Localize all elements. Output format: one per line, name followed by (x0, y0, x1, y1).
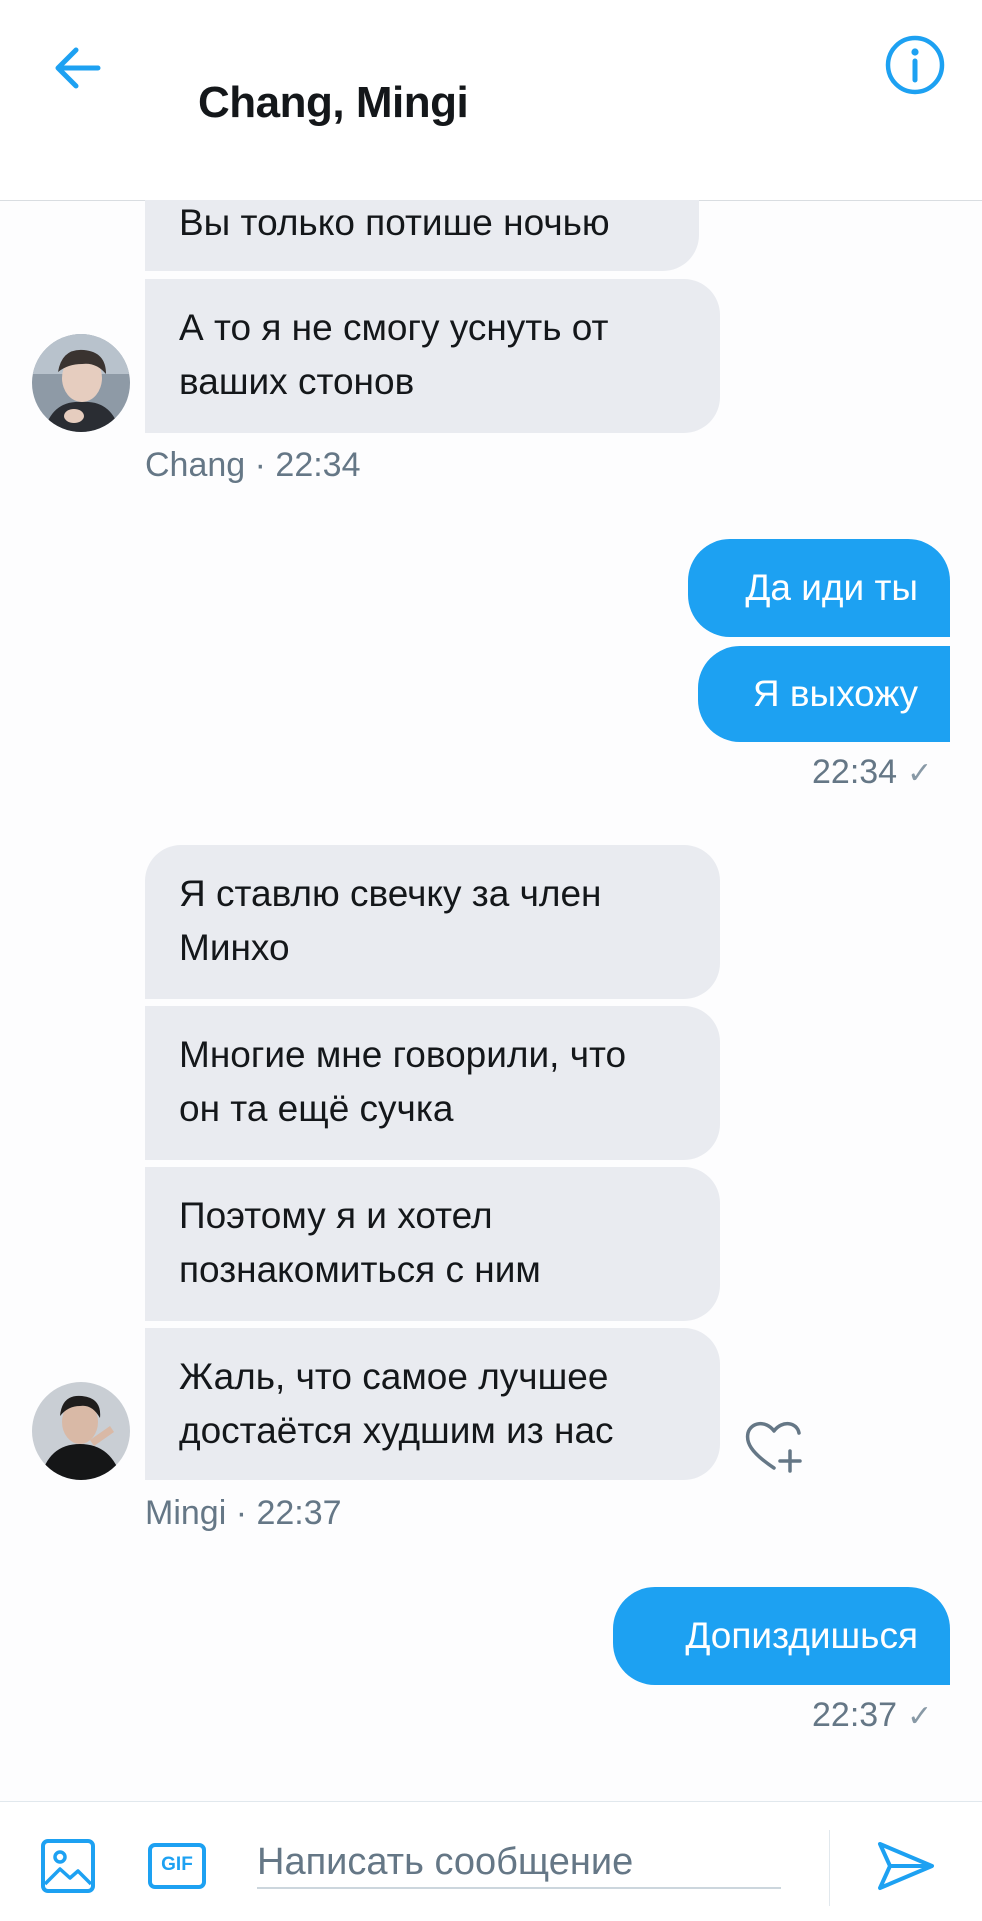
avatar-mingi[interactable] (32, 1382, 130, 1480)
message-text: Поэтому я и хотел (179, 1195, 493, 1236)
message-bubble-incoming[interactable]: Поэтому я и хотел познакомиться с ним (145, 1167, 720, 1321)
add-gif-button[interactable]: GIF (148, 1843, 206, 1889)
sent-check-icon: ✓ (907, 757, 933, 790)
composer-divider (829, 1830, 830, 1906)
message-meta: Chang · 22:34 (145, 446, 361, 484)
send-button[interactable] (876, 1838, 936, 1894)
message-meta: 22:37 ✓ (812, 1696, 932, 1735)
conversation-title: Chang, Mingi (198, 78, 469, 127)
message-bubble-incoming[interactable]: Вы только потише ночью (145, 200, 699, 271)
message-bubble-incoming[interactable]: Многие мне говорили, что он та ещё сучка (145, 1006, 720, 1160)
message-text: он та ещё сучка (179, 1088, 454, 1129)
message-text: познакомиться с ним (179, 1249, 541, 1290)
add-image-button[interactable] (40, 1838, 96, 1894)
message-text: Я выхожу (752, 673, 918, 714)
back-button[interactable] (48, 40, 104, 96)
message-text: ваших стонов (179, 361, 415, 402)
heart-plus-icon (745, 1422, 802, 1473)
message-text: Вы только потише ночью (179, 202, 610, 243)
message-text: Да иди ты (745, 567, 918, 608)
message-bubble-outgoing[interactable]: Да иди ты (688, 539, 950, 637)
message-bubble-incoming[interactable]: А то я не смогу уснуть от ваших стонов (145, 279, 720, 433)
info-icon (885, 35, 945, 95)
send-icon (878, 1842, 934, 1890)
message-bubble-incoming[interactable]: Я ставлю свечку за член Минхо (145, 845, 720, 999)
conversation-header: Chang, Mingi (0, 0, 982, 201)
message-meta: Mingi · 22:37 (145, 1494, 342, 1532)
info-button[interactable] (884, 34, 946, 96)
sent-check-icon: ✓ (907, 1700, 933, 1733)
message-time: 22:37 (812, 1696, 898, 1734)
message-bubble-outgoing[interactable]: Я выхожу (698, 646, 950, 742)
avatar-chang[interactable] (32, 334, 130, 432)
arrow-left-icon (55, 47, 101, 89)
message-text: Минхо (179, 927, 290, 968)
gif-label: GIF (161, 1854, 193, 1875)
like-message-button[interactable] (744, 1418, 808, 1474)
message-time: 22:34 (812, 753, 898, 791)
message-meta: 22:34 ✓ (812, 753, 932, 792)
message-input[interactable] (257, 1837, 781, 1889)
message-bubble-outgoing[interactable]: Допиздишься (613, 1587, 950, 1685)
message-text: А то я не смогу уснуть от (179, 307, 609, 348)
message-text: достаётся худшим из нас (179, 1410, 614, 1451)
message-text: Я ставлю свечку за член (179, 873, 602, 914)
message-text: Допиздишься (685, 1615, 918, 1656)
message-text: Многие мне говорили, что (179, 1034, 627, 1075)
message-text: Жаль, что самое лучшее (179, 1356, 609, 1397)
image-icon (41, 1839, 95, 1893)
message-bubble-incoming[interactable]: Жаль, что самое лучшее достаётся худшим … (145, 1328, 720, 1480)
message-composer: GIF (0, 1801, 982, 1921)
